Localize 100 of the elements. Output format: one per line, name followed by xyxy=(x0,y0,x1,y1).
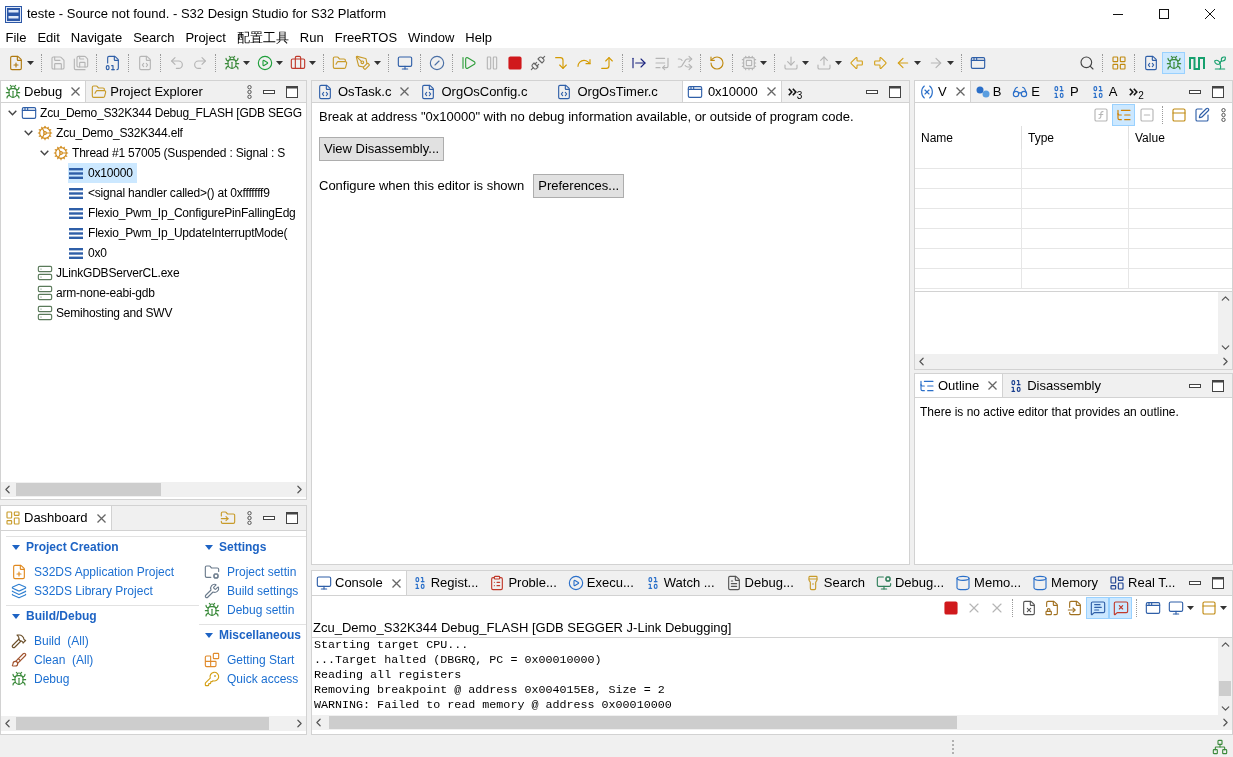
menu-item[interactable]: Help xyxy=(459,28,498,48)
caret-down-icon[interactable] xyxy=(914,61,921,65)
caret-down-icon[interactable] xyxy=(27,61,34,65)
tab[interactable]: 0x10000 xyxy=(681,81,782,102)
tab[interactable]: Debug... xyxy=(720,571,800,595)
tab[interactable]: P xyxy=(1046,81,1085,102)
network-icon[interactable] xyxy=(1212,739,1228,755)
link[interactable]: Clean (All) xyxy=(6,650,94,669)
maximize-icon[interactable] xyxy=(1159,9,1169,19)
horizontal-scrollbar[interactable] xyxy=(915,354,1232,369)
tool-button[interactable] xyxy=(1112,103,1135,126)
tab[interactable]: Memory xyxy=(1027,571,1105,595)
slashed-circle-icon[interactable] xyxy=(428,55,445,71)
caret-down-icon[interactable] xyxy=(374,61,381,65)
triangle-down-icon[interactable] xyxy=(205,632,213,638)
tab[interactable]: B xyxy=(970,81,1008,102)
maximize-icon[interactable] xyxy=(889,85,901,98)
caret-down-icon[interactable] xyxy=(243,61,250,65)
circular-arrow-icon[interactable] xyxy=(708,55,725,71)
link[interactable]: S32DS Application Project xyxy=(6,562,175,581)
minimize-icon[interactable] xyxy=(263,516,275,520)
tree-item[interactable]: <signal handler called>() at 0xfffffff9 xyxy=(68,183,274,203)
minimize-icon[interactable] xyxy=(1189,581,1201,585)
window-icon[interactable] xyxy=(969,55,986,71)
link[interactable]: S32DS Library Project xyxy=(6,581,153,600)
tab[interactable]: Search xyxy=(799,571,871,595)
kebab-menu-icon[interactable] xyxy=(247,84,252,99)
tab[interactable]: Memo... xyxy=(950,571,1028,595)
chevron-down-icon[interactable] xyxy=(39,150,49,156)
tab[interactable]: OrgOsTimer.c xyxy=(551,81,682,102)
maximize-icon[interactable] xyxy=(286,512,298,524)
play-bar-icon[interactable] xyxy=(460,55,477,71)
binary-file-icon[interactable] xyxy=(104,55,121,71)
kebab-menu-icon[interactable] xyxy=(1221,107,1226,122)
tree-item[interactable]: 0x10000 xyxy=(68,163,137,183)
tree-item[interactable]: arm-none-eabi-gdb xyxy=(36,283,159,303)
close-icon[interactable] xyxy=(1205,9,1215,19)
tab[interactable]: OrgOsConfig.c xyxy=(415,81,552,102)
tab[interactable]: E xyxy=(1007,81,1046,102)
tab[interactable]: Regist... xyxy=(406,571,485,595)
tree-item[interactable]: Zcu_Demo_S32K344.elf xyxy=(36,123,187,143)
tab[interactable]: OsTask.c xyxy=(312,81,416,102)
tab[interactable]: Debug xyxy=(1,81,87,102)
scrollbar-thumb[interactable] xyxy=(16,483,161,496)
tool-button[interactable] xyxy=(1109,596,1132,619)
plug-icon[interactable] xyxy=(529,55,546,71)
monitor-icon[interactable] xyxy=(396,55,413,71)
menu-item[interactable]: Navigate xyxy=(65,28,128,48)
horizontal-scrollbar[interactable] xyxy=(1,716,306,731)
caret-down-icon[interactable] xyxy=(835,61,842,65)
search-icon[interactable] xyxy=(1078,55,1095,71)
tab[interactable]: Disassembly xyxy=(1003,374,1107,397)
tab[interactable]: Console xyxy=(312,571,407,595)
triangle-down-icon[interactable] xyxy=(12,544,20,550)
tab[interactable]: Project Explorer xyxy=(86,81,209,102)
caret-down-icon[interactable] xyxy=(1220,605,1227,610)
link[interactable]: Quick access xyxy=(199,669,299,688)
section-header[interactable]: Miscellaneous xyxy=(199,625,302,645)
tab[interactable]: Execu... xyxy=(562,571,640,595)
caret-down-icon[interactable] xyxy=(276,61,283,65)
column-header[interactable]: Type xyxy=(1022,126,1129,149)
section-header[interactable]: Project Creation xyxy=(6,537,119,557)
triangle-down-icon[interactable] xyxy=(205,544,213,550)
link[interactable]: Project settin xyxy=(199,562,297,581)
menu-item[interactable]: Edit xyxy=(31,28,66,48)
overflow-button[interactable]: 2 xyxy=(1123,81,1150,102)
scrollbar-thumb[interactable] xyxy=(16,717,269,730)
tab[interactable]: Outline xyxy=(915,374,1004,397)
caret-down-icon[interactable] xyxy=(309,61,316,65)
stop-icon[interactable] xyxy=(506,55,523,71)
maximize-icon[interactable] xyxy=(1212,85,1224,98)
caret-down-icon[interactable] xyxy=(802,61,809,65)
tab[interactable]: Dashboard xyxy=(1,506,112,530)
menu-item[interactable]: File xyxy=(0,28,32,48)
tab[interactable]: Debug... xyxy=(870,571,951,595)
perspective-button[interactable] xyxy=(1162,52,1185,74)
tab[interactable]: V xyxy=(915,81,971,102)
tab[interactable]: Proble... xyxy=(484,571,563,595)
menu-item[interactable]: Window xyxy=(402,28,460,48)
tree-item[interactable]: Zcu_Demo_S32K344 Debug_FLASH [GDB SEGG xyxy=(20,103,306,123)
link[interactable]: Build settings xyxy=(199,581,299,600)
tree-item[interactable]: JLinkGDBServerCL.exe xyxy=(36,263,184,283)
maximize-icon[interactable] xyxy=(1212,379,1224,392)
tree-item[interactable]: Flexio_Pwm_Ip_UpdateInterruptMode( xyxy=(68,223,292,243)
minimize-icon[interactable] xyxy=(1189,383,1201,388)
minimize-icon[interactable] xyxy=(1189,89,1201,94)
tree-item[interactable]: Semihosting and SWV xyxy=(36,303,177,323)
view-disassembly-button[interactable]: View Disassembly... xyxy=(319,137,445,161)
menu-item[interactable]: Search xyxy=(127,28,180,48)
tab[interactable]: Real T... xyxy=(1104,571,1182,595)
chevron-down-icon[interactable] xyxy=(23,130,33,136)
section-header[interactable]: Build/Debug xyxy=(6,606,97,626)
menu-item[interactable]: Project xyxy=(179,28,232,48)
scrollbar-thumb[interactable] xyxy=(1219,681,1231,696)
menu-item[interactable]: Run xyxy=(294,28,330,48)
tree-item[interactable]: Flexio_Pwm_Ip_ConfigurePinFallingEdg xyxy=(68,203,300,223)
tab[interactable]: A xyxy=(1084,81,1124,102)
horizontal-scrollbar[interactable] xyxy=(312,715,1232,730)
tab[interactable]: Watch ... xyxy=(639,571,721,595)
link[interactable]: Debug settin xyxy=(199,600,295,619)
